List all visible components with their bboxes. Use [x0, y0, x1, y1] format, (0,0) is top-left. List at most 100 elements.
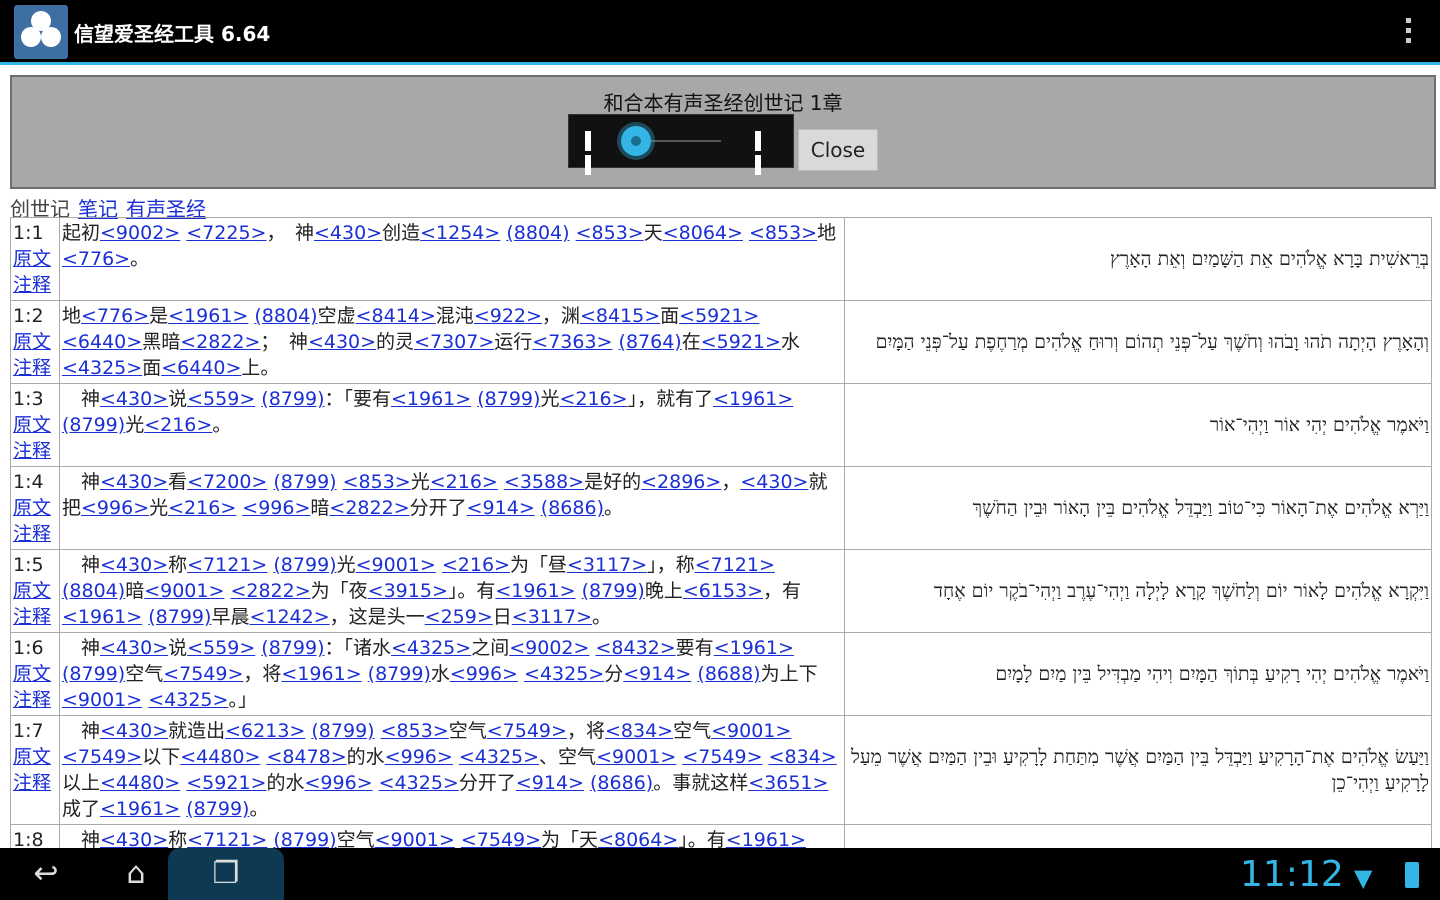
strongs-link[interactable]: <9001> — [596, 746, 676, 768]
commentary-link[interactable]: 注释 — [13, 438, 57, 464]
strongs-link[interactable]: <430> — [100, 554, 168, 576]
strongs-link[interactable]: <7363> — [532, 331, 612, 353]
strongs-link[interactable]: <259> — [425, 606, 493, 628]
strongs-link[interactable]: <216> — [144, 414, 212, 436]
strongs-link[interactable]: <7200> — [187, 471, 267, 493]
strongs-link[interactable]: <7549> — [62, 746, 142, 768]
strongs-link[interactable]: <3117> — [567, 554, 647, 576]
commentary-link[interactable]: 注释 — [13, 272, 57, 298]
strongs-link[interactable]: <4480> — [180, 746, 260, 768]
strongs-link[interactable]: <1961> — [495, 580, 575, 602]
strongs-link[interactable]: (8804) — [254, 305, 317, 327]
original-text-link[interactable]: 原文 — [13, 744, 57, 770]
commentary-link[interactable]: 注释 — [13, 770, 57, 796]
strongs-link[interactable]: <7549> — [682, 746, 762, 768]
strongs-link[interactable]: <3651> — [748, 772, 828, 794]
strongs-link[interactable]: <8432> — [595, 637, 675, 659]
commentary-link[interactable]: 注释 — [13, 355, 57, 381]
strongs-link[interactable]: <9001> — [375, 829, 455, 848]
original-text-link[interactable]: 原文 — [13, 412, 57, 438]
strongs-link[interactable]: <430> — [100, 637, 168, 659]
strongs-link[interactable]: <4480> — [100, 772, 180, 794]
strongs-link[interactable]: <2896> — [641, 471, 721, 493]
strongs-link[interactable]: <3588> — [504, 471, 584, 493]
strongs-link[interactable]: <216> — [559, 388, 627, 410]
original-text-link[interactable]: 原文 — [13, 661, 57, 687]
close-button[interactable]: Close — [798, 129, 878, 171]
strongs-link[interactable]: <9001> — [62, 689, 142, 711]
strongs-link[interactable]: <1961> — [714, 637, 794, 659]
strongs-link[interactable]: <430> — [100, 829, 168, 848]
strongs-link[interactable]: <6440> — [62, 331, 142, 353]
strongs-link[interactable]: (8799) — [368, 663, 431, 685]
strongs-link[interactable]: <4325> — [524, 663, 604, 685]
strongs-link[interactable]: <1961> — [713, 388, 793, 410]
strongs-link[interactable]: <4325> — [459, 746, 539, 768]
strongs-link[interactable]: <996> — [81, 497, 149, 519]
strongs-link[interactable]: (8686) — [590, 772, 653, 794]
strongs-link[interactable]: <430> — [308, 331, 376, 353]
strongs-link[interactable]: (8799) — [582, 580, 645, 602]
strongs-link[interactable]: <7121> — [187, 829, 267, 848]
recent-apps-icon[interactable]: ❐ — [204, 856, 248, 892]
strongs-link[interactable]: <1961> — [391, 388, 471, 410]
strongs-link[interactable]: <776> — [62, 248, 130, 270]
strongs-link[interactable]: <9001> — [144, 580, 224, 602]
strongs-link[interactable]: <7549> — [487, 720, 567, 742]
strongs-link[interactable]: <8064> — [598, 829, 678, 848]
strongs-link[interactable]: <6213> — [225, 720, 305, 742]
strongs-link[interactable]: <7307> — [414, 331, 494, 353]
strongs-link[interactable]: <216> — [168, 497, 236, 519]
strongs-link[interactable]: (8804) — [62, 580, 125, 602]
strongs-link[interactable]: <6153> — [683, 580, 763, 602]
strongs-link[interactable]: <996> — [385, 746, 453, 768]
strongs-link[interactable]: (8799) — [62, 663, 125, 685]
strongs-link[interactable]: <1961> — [726, 829, 806, 848]
strongs-link[interactable]: <430> — [100, 388, 168, 410]
strongs-link[interactable]: <559> — [187, 388, 255, 410]
strongs-link[interactable]: <1254> — [420, 222, 500, 244]
strongs-link[interactable]: (8799) — [273, 829, 336, 848]
strongs-link[interactable]: <853> — [576, 222, 644, 244]
strongs-link[interactable]: <4325> — [62, 357, 142, 379]
overflow-menu-icon[interactable] — [1406, 18, 1412, 46]
original-text-link[interactable]: 原文 — [13, 578, 57, 604]
strongs-link[interactable]: <5921> — [679, 305, 759, 327]
strongs-link[interactable]: <430> — [314, 222, 382, 244]
original-text-link[interactable]: 原文 — [13, 246, 57, 272]
seek-bar[interactable] — [641, 140, 721, 142]
strongs-link[interactable]: <9002> — [100, 222, 180, 244]
strongs-link[interactable]: <430> — [740, 471, 808, 493]
strongs-link[interactable]: (8764) — [619, 331, 682, 353]
strongs-link[interactable]: <1961> — [62, 606, 142, 628]
strongs-link[interactable]: (8799) — [273, 554, 336, 576]
strongs-link[interactable]: <922> — [474, 305, 542, 327]
strongs-link[interactable]: <834> — [769, 746, 837, 768]
strongs-link[interactable]: (8799) — [311, 720, 374, 742]
pause-icon[interactable] — [755, 131, 773, 175]
strongs-link[interactable]: <2822> — [230, 580, 310, 602]
strongs-link[interactable]: <5921> — [701, 331, 781, 353]
strongs-link[interactable]: <8415> — [580, 305, 660, 327]
strongs-link[interactable]: <8414> — [356, 305, 436, 327]
strongs-link[interactable]: <430> — [100, 471, 168, 493]
strongs-link[interactable]: <7121> — [187, 554, 267, 576]
strongs-link[interactable]: (8799) — [261, 388, 324, 410]
strongs-link[interactable]: <3915> — [368, 580, 448, 602]
strongs-link[interactable]: <4325> — [148, 689, 228, 711]
strongs-link[interactable]: <9001> — [711, 720, 791, 742]
strongs-link[interactable]: (8799) — [186, 798, 249, 820]
commentary-link[interactable]: 注释 — [13, 687, 57, 713]
app-logo-icon[interactable] — [14, 5, 68, 59]
strongs-link[interactable]: <996> — [450, 663, 518, 685]
strongs-link[interactable]: <834> — [605, 720, 673, 742]
strongs-link[interactable]: <853> — [343, 471, 411, 493]
strongs-link[interactable]: <9002> — [509, 637, 589, 659]
strongs-link[interactable]: <1242> — [249, 606, 329, 628]
strongs-link[interactable]: <7121> — [695, 554, 775, 576]
strongs-link[interactable]: (8799) — [477, 388, 540, 410]
strongs-link[interactable]: <853> — [381, 720, 449, 742]
strongs-link[interactable]: <914> — [516, 772, 584, 794]
strongs-link[interactable]: <1961> — [281, 663, 361, 685]
strongs-link[interactable]: <7549> — [461, 829, 541, 848]
